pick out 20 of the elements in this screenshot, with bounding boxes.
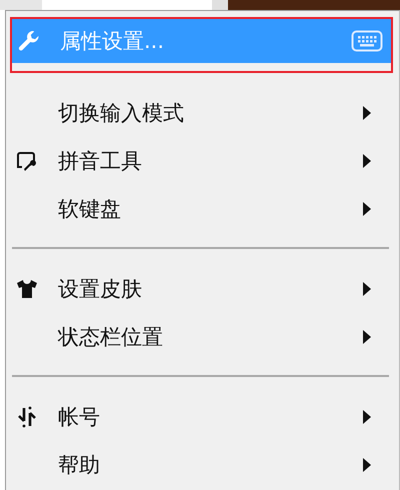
submenu-arrow-icon <box>363 106 371 120</box>
wrench-icon <box>18 30 40 52</box>
submenu-arrow-icon <box>363 202 371 216</box>
menu-item[interactable]: 帮助 <box>10 441 393 489</box>
menu-item[interactable]: 切换输入模式 <box>10 89 393 137</box>
menu-item[interactable]: 拼音工具 <box>10 137 393 185</box>
window-edge <box>212 0 228 10</box>
menu-item[interactable]: 状态栏位置 <box>10 313 393 361</box>
submenu-arrow-icon <box>363 330 371 344</box>
menu-item[interactable]: 帐号 <box>10 393 393 441</box>
toolbox-icon <box>16 151 36 171</box>
submenu-arrow-icon <box>363 154 371 168</box>
keyboard-icon <box>351 30 383 52</box>
submenu-arrow-icon <box>363 410 371 424</box>
menu-item[interactable]: 设置皮肤 <box>10 265 393 313</box>
submenu-arrow-icon <box>363 282 371 296</box>
submenu-arrow-icon <box>363 458 371 472</box>
shirt-icon <box>16 279 38 299</box>
account-icon <box>16 406 38 428</box>
menu-item[interactable]: 软键盘 <box>10 185 393 233</box>
